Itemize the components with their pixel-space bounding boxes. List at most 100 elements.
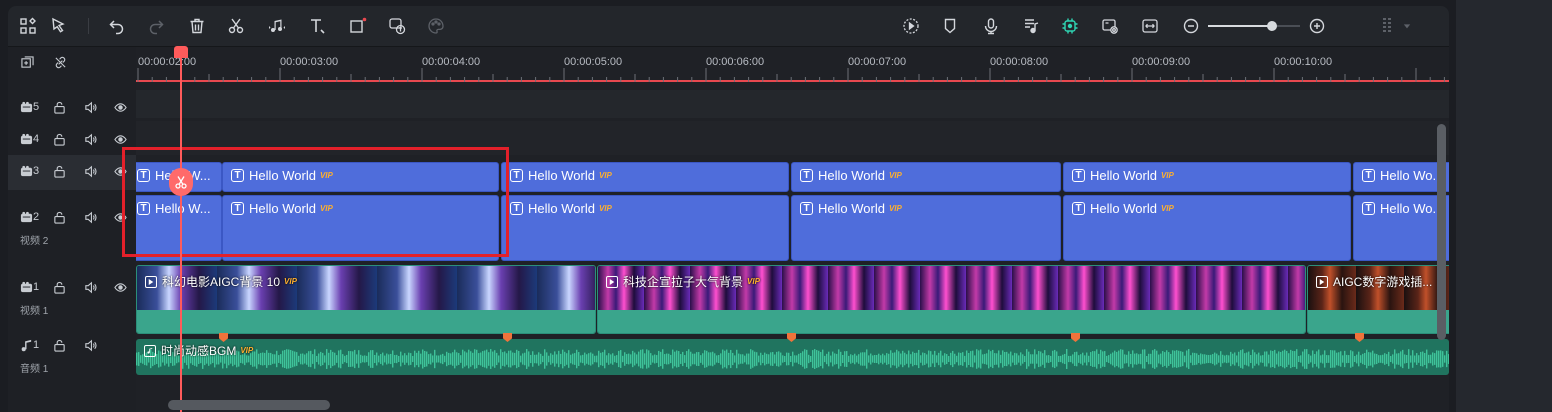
text-icon[interactable] — [306, 15, 328, 37]
add-track-icon[interactable] — [20, 55, 34, 69]
vip-badge: VIP — [747, 277, 760, 286]
speaker-icon[interactable] — [83, 132, 97, 146]
speaker-icon[interactable] — [83, 280, 97, 294]
horizontal-scrollbar[interactable] — [168, 400, 330, 410]
text-clip[interactable]: T Hello Wo... — [1353, 162, 1449, 192]
eye-icon[interactable] — [113, 280, 127, 294]
speaker-icon[interactable] — [83, 338, 97, 352]
audio-split-icon[interactable] — [266, 15, 288, 37]
waveform-bar — [1022, 354, 1024, 364]
waveform-bar — [734, 355, 736, 363]
waveform-bar — [458, 353, 460, 365]
text-clip[interactable]: T Hello Wo... — [1353, 195, 1449, 261]
track-header-audio-1: 1 音频 1 — [8, 331, 136, 381]
scissors-icon[interactable] — [169, 168, 193, 196]
pointer-select-icon[interactable] — [48, 15, 70, 37]
waveform-bar — [532, 351, 534, 367]
waveform-bar — [710, 352, 712, 366]
waveform-bar — [314, 349, 316, 369]
playhead[interactable] — [180, 46, 182, 412]
undo-icon[interactable] — [106, 15, 128, 37]
video-clip[interactable]: 科幻电影AIGC背景 10 VIP — [136, 265, 596, 334]
waveform-bar — [1042, 353, 1044, 365]
text-clip[interactable]: T Hello World VIP — [501, 195, 789, 261]
lock-icon[interactable] — [52, 210, 66, 224]
waveform-bar — [1058, 355, 1060, 363]
lane-audio-1[interactable]: 时尚动感BGM VIP — [136, 333, 1449, 375]
waveform-bar — [474, 349, 476, 369]
waveform-bar — [1244, 353, 1246, 365]
zoom-slider-handle[interactable] — [1267, 21, 1278, 31]
lock-icon[interactable] — [52, 280, 66, 294]
text-clip[interactable]: T Hello World VIP — [791, 162, 1061, 192]
track-header-video-3[interactable]: 3 — [8, 155, 136, 190]
speaker-icon[interactable] — [83, 164, 97, 178]
zoom-in-icon[interactable] — [1306, 15, 1328, 37]
lock-icon[interactable] — [52, 164, 66, 178]
audio-track-icon[interactable] — [1020, 15, 1042, 37]
waveform-bar — [1004, 351, 1006, 367]
video-clip[interactable]: AIGC数字游戏插... — [1307, 265, 1449, 334]
marker-icon[interactable] — [939, 15, 961, 37]
waveform-bar — [672, 349, 674, 369]
vip-badge: VIP — [240, 346, 254, 355]
chevron-down-icon[interactable] — [1401, 15, 1413, 37]
waveform-bar — [854, 353, 856, 365]
fit-timeline-icon[interactable] — [1139, 15, 1161, 37]
layout-icon[interactable] — [17, 15, 39, 37]
crop-icon[interactable] — [347, 15, 369, 37]
lock-icon[interactable] — [52, 132, 66, 146]
lane-video-5[interactable] — [136, 90, 1449, 118]
waveform-bar — [1422, 351, 1424, 367]
waveform-bar — [326, 349, 328, 369]
waveform-bar — [1168, 352, 1170, 366]
speaker-icon[interactable] — [83, 210, 97, 224]
delete-icon[interactable] — [186, 15, 208, 37]
unlink-icon[interactable] — [53, 55, 67, 69]
playhead-handle[interactable] — [174, 46, 188, 58]
speech-to-text-icon[interactable] — [386, 15, 408, 37]
text-clip[interactable]: T Hello World VIP — [501, 162, 789, 192]
track-layout-icon[interactable] — [1376, 15, 1398, 37]
time-ruler[interactable]: 00:00:02:00 00:00:03:00 00:00:04:00 00:0… — [136, 47, 1449, 82]
waveform-bar — [526, 349, 528, 369]
waveform-bar — [1276, 353, 1278, 365]
waveform-bar — [1280, 351, 1282, 367]
lock-icon[interactable] — [52, 338, 66, 352]
waveform-bar — [614, 355, 616, 363]
waveform-bar — [1364, 352, 1366, 366]
speaker-icon[interactable] — [83, 100, 97, 114]
zoom-out-icon[interactable] — [1180, 15, 1202, 37]
lock-icon[interactable] — [52, 100, 66, 114]
render-preview-icon[interactable] — [900, 15, 922, 37]
color-palette-icon[interactable] — [425, 15, 447, 37]
snapshot-icon[interactable] — [1099, 15, 1121, 37]
eye-icon[interactable] — [113, 100, 127, 114]
zoom-slider[interactable] — [1208, 21, 1300, 31]
lane-video-1[interactable]: 科幻电影AIGC背景 10 VIP 科技企宣拉子大气背景 VIP AIGC数字游戏插… — [136, 265, 1449, 334]
video-track-icon — [19, 164, 33, 178]
ai-auto-icon[interactable] — [1059, 15, 1081, 37]
waveform-bar — [310, 350, 312, 368]
vertical-scrollbar[interactable] — [1437, 124, 1446, 340]
waveform-bar — [822, 349, 824, 369]
waveform-bar — [940, 350, 942, 368]
audio-clip[interactable]: 时尚动感BGM VIP — [136, 339, 1449, 375]
text-clip[interactable]: T Hello World VIP — [791, 195, 1061, 261]
waveform-bar — [616, 355, 618, 363]
waveform-bar — [400, 351, 402, 367]
waveform-bar — [1212, 354, 1214, 364]
microphone-icon[interactable] — [980, 15, 1002, 37]
eye-icon[interactable] — [113, 132, 127, 146]
text-clip[interactable]: T Hello World VIP — [1063, 195, 1351, 261]
waveform-bar — [596, 355, 598, 363]
waveform-bar — [680, 354, 682, 364]
waveform-bar — [606, 355, 608, 363]
waveform-bar — [1124, 354, 1126, 364]
text-clip[interactable]: T Hello World VIP — [1063, 162, 1351, 192]
redo-icon[interactable] — [145, 15, 167, 37]
video-clip[interactable]: 科技企宣拉子大气背景 VIP — [597, 265, 1306, 334]
waveform-bar — [266, 350, 268, 368]
waveform-bar — [600, 352, 602, 366]
split-icon[interactable] — [225, 15, 247, 37]
